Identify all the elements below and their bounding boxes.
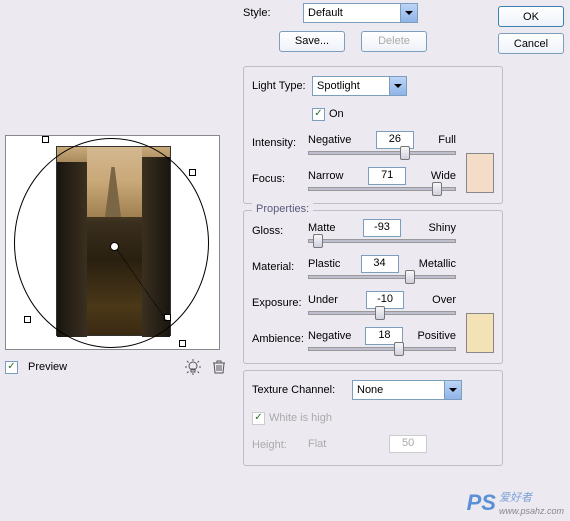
material-slider[interactable] (308, 275, 456, 279)
light-type-label: Light Type: (252, 80, 312, 92)
focus-left: Narrow (308, 170, 343, 182)
gloss-slider[interactable] (308, 239, 456, 243)
ambience-left: Negative (308, 330, 351, 342)
texture-value: None (357, 384, 383, 396)
ambience-label: Ambience: (252, 333, 308, 345)
material-left: Plastic (308, 258, 340, 270)
ambient-color-swatch[interactable] (466, 313, 494, 353)
cancel-button[interactable]: Cancel (498, 33, 564, 54)
intensity-left: Negative (308, 134, 351, 146)
exposure-label: Exposure: (252, 297, 308, 309)
focus-value[interactable]: 71 (368, 167, 406, 185)
focus-right: Wide (431, 170, 456, 182)
on-label: On (329, 108, 344, 120)
delete-button: Delete (361, 31, 427, 52)
style-label: Style: (243, 7, 303, 19)
ok-button[interactable]: OK (498, 6, 564, 27)
watermark: PS 爱好者www.psahz.com (467, 489, 564, 517)
material-value[interactable]: 34 (361, 255, 399, 273)
ellipse-handle[interactable] (189, 169, 196, 176)
trash-icon[interactable] (208, 356, 230, 378)
lightbulb-icon[interactable] (182, 356, 204, 378)
properties-title: Properties: (252, 203, 313, 215)
save-button[interactable]: Save... (279, 31, 345, 52)
material-label: Material: (252, 261, 308, 273)
on-checkbox[interactable] (312, 108, 325, 121)
light-center-handle[interactable] (110, 242, 119, 251)
gloss-label: Gloss: (252, 225, 308, 237)
texture-label: Texture Channel: (252, 384, 352, 396)
ambience-right: Positive (417, 330, 456, 342)
height-label: Height: (252, 439, 308, 451)
ellipse-handle[interactable] (24, 316, 31, 323)
exposure-right: Over (432, 294, 456, 306)
style-value: Default (308, 7, 343, 19)
style-combo[interactable]: Default (303, 3, 418, 23)
preview-label: Preview (28, 361, 67, 373)
light-type-value: Spotlight (317, 80, 360, 92)
intensity-right: Full (438, 134, 456, 146)
intensity-slider[interactable] (308, 151, 456, 155)
exposure-slider[interactable] (308, 311, 456, 315)
light-color-swatch[interactable] (466, 153, 494, 193)
texture-combo[interactable]: None (352, 380, 462, 400)
exposure-value[interactable]: -10 (366, 291, 404, 309)
exposure-left: Under (308, 294, 338, 306)
gloss-value[interactable]: -93 (363, 219, 401, 237)
gloss-left: Matte (308, 222, 336, 234)
white-high-checkbox (252, 412, 265, 425)
focus-slider[interactable] (308, 187, 456, 191)
gloss-right: Shiny (428, 222, 456, 234)
material-right: Metallic (419, 258, 456, 270)
ellipse-handle[interactable] (42, 136, 49, 143)
focus-label: Focus: (252, 173, 308, 185)
white-high-label: White is high (269, 412, 332, 424)
height-left: Flat (308, 438, 326, 450)
preview-checkbox[interactable] (5, 361, 18, 374)
height-value: 50 (389, 435, 427, 453)
light-type-combo[interactable]: Spotlight (312, 76, 407, 96)
preview-canvas[interactable] (5, 135, 220, 350)
intensity-label: Intensity: (252, 137, 308, 149)
ellipse-handle[interactable] (179, 340, 186, 347)
ambience-slider[interactable] (308, 347, 456, 351)
